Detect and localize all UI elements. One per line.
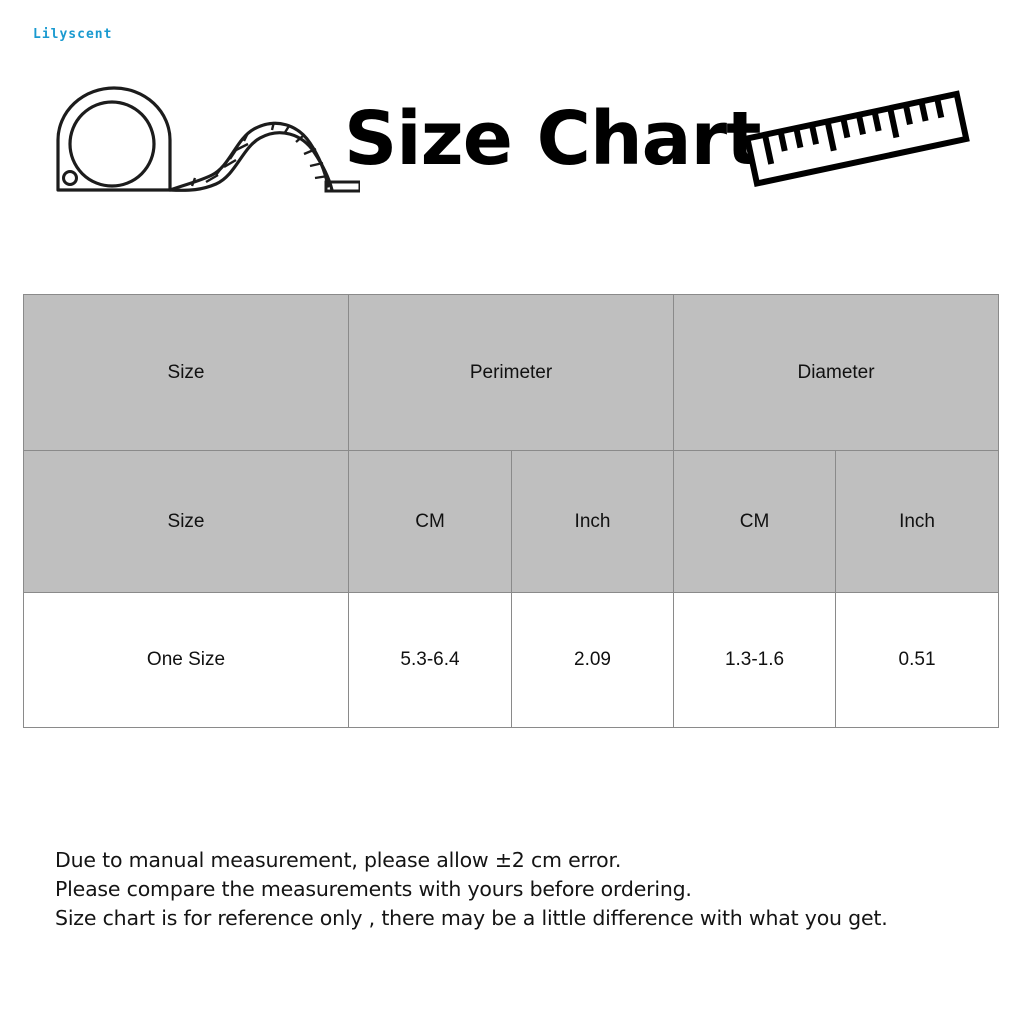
note-line-2: Please compare the measurements with you… <box>55 877 692 901</box>
header-banner: Size Chart <box>0 72 1024 212</box>
cell-diameter-cm: 1.3-1.6 <box>673 592 837 728</box>
sub-header-perimeter-cm: CM <box>348 450 512 593</box>
sub-header-size: Size <box>23 450 349 593</box>
page-title: Size Chart <box>344 96 761 182</box>
group-header-size: Size <box>23 294 349 451</box>
note-line-1: Due to manual measurement, please allow … <box>55 848 622 872</box>
note-line-3: Size chart is for reference only , there… <box>55 906 888 930</box>
disclaimer-notes: Due to manual measurement, please allow … <box>55 846 1005 933</box>
sub-header-diameter-cm: CM <box>673 450 837 593</box>
group-header-perimeter: Perimeter <box>347 294 675 451</box>
watermark-lilyscent: Lilyscent <box>33 27 113 42</box>
table-sub-header-row: Size CM Inch CM Inch <box>23 450 1000 593</box>
sub-header-diameter-inch: Inch <box>835 450 1000 593</box>
cell-size: One Size <box>23 592 349 728</box>
cell-perimeter-cm: 5.3-6.4 <box>348 592 512 728</box>
table-group-header-row: Size Perimeter Diameter <box>23 294 1000 451</box>
sub-header-perimeter-inch: Inch <box>510 450 675 593</box>
size-chart-table: Size Perimeter Diameter Size CM Inch CM … <box>23 294 1000 728</box>
tape-measure-icon <box>40 82 362 207</box>
cell-diameter-inch: 0.51 <box>835 592 1000 728</box>
table-row: One Size 5.3-6.4 2.09 1.3-1.6 0.51 <box>23 592 1000 728</box>
group-header-diameter: Diameter <box>673 294 1000 451</box>
ruler-icon <box>735 80 975 195</box>
cell-perimeter-inch: 2.09 <box>510 592 675 728</box>
